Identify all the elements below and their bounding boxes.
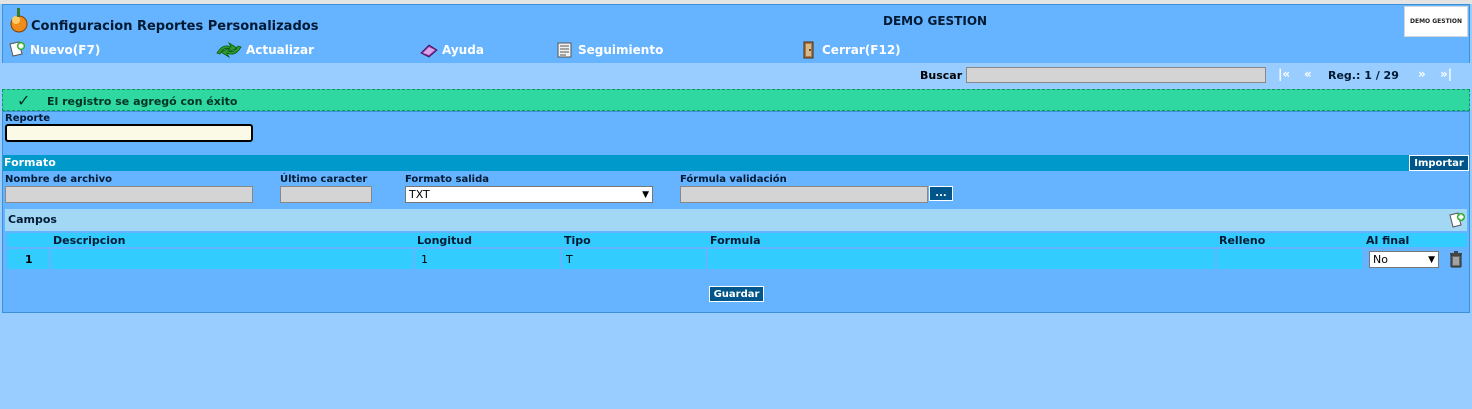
col-formula: Formula [710, 234, 761, 247]
campos-title: Campos [8, 213, 57, 226]
reporte-label: Reporte [5, 113, 51, 124]
next-record-button[interactable]: » [1418, 67, 1426, 81]
chevron-down-icon: ▼ [642, 189, 649, 200]
app-header: Configuracion Reportes Personalizados DE… [2, 4, 1470, 37]
output-format-label: Formato salida [405, 174, 489, 185]
cell-tipo[interactable]: T [562, 249, 706, 269]
formula-validation-label: Fórmula validación [680, 174, 787, 185]
fields-table-header: Descripcion Longitud Tipo Formula Rellen… [7, 233, 1467, 247]
chevron-down-icon: ▼ [1428, 254, 1435, 265]
app-logo-icon [10, 8, 28, 33]
success-message-text: El registro se agregó con éxito [47, 95, 238, 108]
success-message: ✓ El registro se agregó con éxito [2, 89, 1470, 111]
tracking-label: Seguimiento [578, 43, 664, 57]
new-button[interactable]: Nuevo(F7) [7, 41, 100, 59]
output-format-select[interactable]: TXT ▼ [405, 186, 653, 203]
al-final-value: No [1373, 253, 1388, 266]
company-name: DEMO GESTION [883, 14, 988, 28]
al-final-select[interactable]: No ▼ [1369, 251, 1439, 268]
update-label: Actualizar [246, 43, 315, 57]
toolbar: Nuevo(F7) Actualizar Ayuda Seguimiento C… [2, 37, 1470, 63]
record-counter: Reg.: 1 / 29 [1328, 69, 1399, 82]
reporte-input[interactable] [5, 124, 253, 142]
output-format-value: TXT [409, 188, 430, 201]
import-button[interactable]: Importar [1409, 155, 1469, 171]
company-logo: DEMO GESTION [1404, 6, 1468, 37]
cell-formula[interactable] [708, 249, 1215, 269]
last-char-label: Último caracter [280, 174, 368, 185]
page-title: Configuracion Reportes Personalizados [31, 19, 319, 34]
last-char-input[interactable] [280, 186, 372, 203]
trash-icon[interactable] [1447, 250, 1465, 268]
search-bar: Buscar |« « Reg.: 1 / 29 » »| [2, 63, 1470, 87]
previous-record-button[interactable]: « [1304, 67, 1312, 81]
help-label: Ayuda [442, 43, 484, 57]
search-input[interactable] [966, 67, 1266, 83]
help-book-icon [420, 44, 438, 58]
col-descripcion: Descripcion [53, 234, 126, 247]
cell-relleno[interactable] [1217, 249, 1362, 269]
tracking-list-icon [557, 42, 572, 58]
close-label: Cerrar(F12) [822, 43, 901, 57]
formula-browse-button[interactable]: ... [929, 186, 953, 201]
new-label: Nuevo(F7) [30, 43, 101, 57]
refresh-icon [216, 41, 242, 59]
search-label: Buscar [920, 69, 963, 82]
cell-descripcion[interactable] [51, 249, 413, 269]
col-relleno: Relleno [1219, 234, 1266, 247]
col-al-final: Al final [1366, 234, 1410, 247]
formato-title: Formato [4, 156, 56, 169]
update-button[interactable]: Actualizar [215, 41, 314, 59]
campos-section-header: Campos [5, 209, 1467, 231]
table-row: 1 1 T No ▼ [7, 249, 1467, 269]
filename-input[interactable] [5, 186, 253, 203]
col-longitud: Longitud [417, 234, 473, 247]
cell-longitud[interactable]: 1 [415, 249, 560, 269]
add-field-icon[interactable] [1448, 211, 1466, 229]
help-button[interactable]: Ayuda [419, 41, 484, 59]
exit-door-icon [803, 41, 814, 59]
report-form: Reporte Formato Importar Nombre de archi… [2, 111, 1470, 313]
tracking-button[interactable]: Seguimiento [555, 41, 663, 59]
formula-validation-input[interactable] [680, 186, 928, 203]
formato-section-header: Formato Importar [3, 155, 1469, 171]
col-tipo: Tipo [564, 234, 591, 247]
close-button[interactable]: Cerrar(F12) [799, 41, 901, 59]
row-number: 1 [7, 249, 49, 269]
new-document-icon [9, 41, 25, 57]
check-icon: ✓ [17, 91, 31, 110]
save-button[interactable]: Guardar [709, 286, 764, 302]
last-record-button[interactable]: »| [1440, 67, 1452, 81]
first-record-button[interactable]: |« [1278, 67, 1290, 81]
filename-label: Nombre de archivo [5, 174, 112, 185]
